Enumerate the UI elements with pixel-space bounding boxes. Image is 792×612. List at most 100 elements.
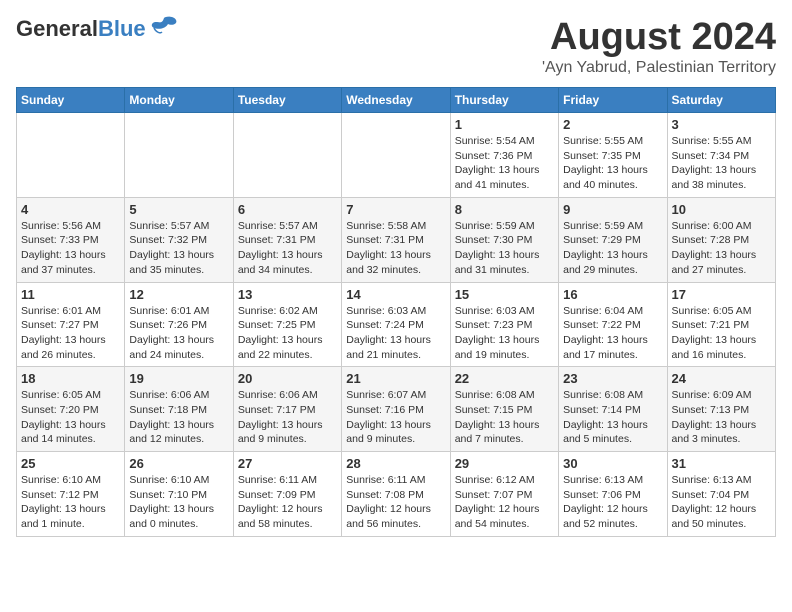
calendar-cell: 23Sunrise: 6:08 AM Sunset: 7:14 PM Dayli…: [559, 367, 667, 452]
calendar-cell: 27Sunrise: 6:11 AM Sunset: 7:09 PM Dayli…: [233, 452, 341, 537]
calendar-cell: [17, 113, 125, 198]
calendar-cell: 24 Sunrise: 6:09 AM Sunset: 7:13 PM Dayli…: [667, 367, 775, 452]
day-info: Sunrise: 6:13 AM Sunset: 7:06 PM Dayligh…: [563, 473, 662, 532]
location-subtitle: 'Ayn Yabrud, Palestinian Territory: [542, 59, 776, 77]
day-info: Sunrise: 6:07 AM Sunset: 7:16 PM Dayligh…: [346, 388, 445, 447]
day-number: 8: [455, 202, 554, 217]
day-number: 30: [563, 456, 662, 471]
day-number: 9: [563, 202, 662, 217]
day-number: 23: [563, 371, 662, 386]
day-info: Sunrise: 5:54 AM Sunset: 7:36 PM Dayligh…: [455, 134, 554, 193]
calendar-cell: 4 Sunrise: 5:56 AM Sunset: 7:33 PM Daylig…: [17, 197, 125, 282]
calendar-cell: 18 Sunrise: 6:05 AM Sunset: 7:20 PM Dayli…: [17, 367, 125, 452]
calendar-cell: [125, 113, 233, 198]
day-number: 4: [21, 202, 120, 217]
day-info: Sunrise: 5:56 AM Sunset: 7:33 PM Dayligh…: [21, 219, 120, 278]
calendar-cell: 8 Sunrise: 5:59 AM Sunset: 7:30 PM Daylig…: [450, 197, 558, 282]
day-info: Sunrise: 5:55 AM Sunset: 7:34 PM Dayligh…: [672, 134, 771, 193]
calendar-cell: 15 Sunrise: 6:03 AM Sunset: 7:23 PM Dayli…: [450, 282, 558, 367]
day-info: Sunrise: 6:12 AM Sunset: 7:07 PM Dayligh…: [455, 473, 554, 532]
day-info: Sunrise: 6:00 AM Sunset: 7:28 PM Dayligh…: [672, 219, 771, 278]
day-number: 5: [129, 202, 228, 217]
day-info: Sunrise: 6:11 AM Sunset: 7:09 PM Dayligh…: [238, 473, 337, 532]
calendar-cell: 2 Sunrise: 5:55 AM Sunset: 7:35 PM Daylig…: [559, 113, 667, 198]
calendar-cell: [342, 113, 450, 198]
calendar-cell: 12 Sunrise: 6:01 AM Sunset: 7:26 PM Dayli…: [125, 282, 233, 367]
day-number: 16: [563, 287, 662, 302]
day-info: Sunrise: 6:06 AM Sunset: 7:17 PM Dayligh…: [238, 388, 337, 447]
day-info: Sunrise: 5:57 AM Sunset: 7:32 PM Dayligh…: [129, 219, 228, 278]
logo: General Blue: [16, 16, 178, 42]
day-info: Sunrise: 6:04 AM Sunset: 7:22 PM Dayligh…: [563, 304, 662, 363]
day-info: Sunrise: 6:05 AM Sunset: 7:21 PM Dayligh…: [672, 304, 771, 363]
calendar-week-row: 4 Sunrise: 5:56 AM Sunset: 7:33 PM Daylig…: [17, 197, 776, 282]
day-info: Sunrise: 5:57 AM Sunset: 7:31 PM Dayligh…: [238, 219, 337, 278]
day-info: Sunrise: 5:58 AM Sunset: 7:31 PM Dayligh…: [346, 219, 445, 278]
weekday-header-row: SundayMondayTuesdayWednesdayThursdayFrid…: [17, 88, 776, 113]
calendar-cell: 5 Sunrise: 5:57 AM Sunset: 7:32 PM Daylig…: [125, 197, 233, 282]
day-number: 24: [672, 371, 771, 386]
day-number: 18: [21, 371, 120, 386]
calendar-cell: 17 Sunrise: 6:05 AM Sunset: 7:21 PM Dayli…: [667, 282, 775, 367]
day-number: 22: [455, 371, 554, 386]
day-number: 19: [129, 371, 228, 386]
calendar-cell: 19Sunrise: 6:06 AM Sunset: 7:18 PM Dayli…: [125, 367, 233, 452]
weekday-header-friday: Friday: [559, 88, 667, 113]
day-info: Sunrise: 6:13 AM Sunset: 7:04 PM Dayligh…: [672, 473, 771, 532]
day-number: 3: [672, 117, 771, 132]
day-info: Sunrise: 5:59 AM Sunset: 7:30 PM Dayligh…: [455, 219, 554, 278]
weekday-header-monday: Monday: [125, 88, 233, 113]
calendar-cell: 1 Sunrise: 5:54 AM Sunset: 7:36 PM Daylig…: [450, 113, 558, 198]
day-info: Sunrise: 6:01 AM Sunset: 7:26 PM Dayligh…: [129, 304, 228, 363]
calendar-cell: 14Sunrise: 6:03 AM Sunset: 7:24 PM Dayli…: [342, 282, 450, 367]
month-year-title: August 2024: [542, 16, 776, 59]
title-block: August 2024 'Ayn Yabrud, Palestinian Ter…: [542, 16, 776, 77]
calendar-week-row: 25Sunrise: 6:10 AM Sunset: 7:12 PM Dayli…: [17, 452, 776, 537]
day-number: 28: [346, 456, 445, 471]
day-info: Sunrise: 6:10 AM Sunset: 7:12 PM Dayligh…: [21, 473, 120, 532]
day-info: Sunrise: 6:05 AM Sunset: 7:20 PM Dayligh…: [21, 388, 120, 447]
calendar-cell: 22Sunrise: 6:08 AM Sunset: 7:15 PM Dayli…: [450, 367, 558, 452]
day-info: Sunrise: 6:02 AM Sunset: 7:25 PM Dayligh…: [238, 304, 337, 363]
calendar-cell: 25Sunrise: 6:10 AM Sunset: 7:12 PM Dayli…: [17, 452, 125, 537]
calendar-cell: 26 Sunrise: 6:10 AM Sunset: 7:10 PM Dayli…: [125, 452, 233, 537]
calendar-week-row: 18 Sunrise: 6:05 AM Sunset: 7:20 PM Dayli…: [17, 367, 776, 452]
day-number: 1: [455, 117, 554, 132]
calendar-cell: 21 Sunrise: 6:07 AM Sunset: 7:16 PM Dayli…: [342, 367, 450, 452]
weekday-header-saturday: Saturday: [667, 88, 775, 113]
weekday-header-sunday: Sunday: [17, 88, 125, 113]
logo-general-text: General: [16, 16, 98, 42]
day-number: 17: [672, 287, 771, 302]
logo-bird-icon: [150, 16, 178, 36]
calendar-cell: 13 Sunrise: 6:02 AM Sunset: 7:25 PM Dayli…: [233, 282, 341, 367]
calendar-table: SundayMondayTuesdayWednesdayThursdayFrid…: [16, 87, 776, 537]
calendar-cell: 3 Sunrise: 5:55 AM Sunset: 7:34 PM Daylig…: [667, 113, 775, 198]
day-number: 13: [238, 287, 337, 302]
calendar-cell: 30 Sunrise: 6:13 AM Sunset: 7:06 PM Dayli…: [559, 452, 667, 537]
day-number: 15: [455, 287, 554, 302]
day-info: Sunrise: 5:55 AM Sunset: 7:35 PM Dayligh…: [563, 134, 662, 193]
calendar-cell: 11 Sunrise: 6:01 AM Sunset: 7:27 PM Dayli…: [17, 282, 125, 367]
day-info: Sunrise: 6:03 AM Sunset: 7:24 PM Dayligh…: [346, 304, 445, 363]
calendar-cell: 16 Sunrise: 6:04 AM Sunset: 7:22 PM Dayli…: [559, 282, 667, 367]
calendar-cell: 20Sunrise: 6:06 AM Sunset: 7:17 PM Dayli…: [233, 367, 341, 452]
day-number: 7: [346, 202, 445, 217]
day-number: 10: [672, 202, 771, 217]
day-info: Sunrise: 6:10 AM Sunset: 7:10 PM Dayligh…: [129, 473, 228, 532]
day-number: 29: [455, 456, 554, 471]
day-number: 26: [129, 456, 228, 471]
calendar-cell: 31Sunrise: 6:13 AM Sunset: 7:04 PM Dayli…: [667, 452, 775, 537]
day-number: 12: [129, 287, 228, 302]
day-number: 6: [238, 202, 337, 217]
day-number: 11: [21, 287, 120, 302]
day-number: 2: [563, 117, 662, 132]
calendar-week-row: 1 Sunrise: 5:54 AM Sunset: 7:36 PM Daylig…: [17, 113, 776, 198]
day-info: Sunrise: 6:03 AM Sunset: 7:23 PM Dayligh…: [455, 304, 554, 363]
day-info: Sunrise: 6:01 AM Sunset: 7:27 PM Dayligh…: [21, 304, 120, 363]
logo-blue-text: Blue: [98, 16, 146, 42]
day-info: Sunrise: 6:09 AM Sunset: 7:13 PM Dayligh…: [672, 388, 771, 447]
day-info: Sunrise: 5:59 AM Sunset: 7:29 PM Dayligh…: [563, 219, 662, 278]
calendar-cell: 28Sunrise: 6:11 AM Sunset: 7:08 PM Dayli…: [342, 452, 450, 537]
calendar-cell: 10 Sunrise: 6:00 AM Sunset: 7:28 PM Dayli…: [667, 197, 775, 282]
day-number: 21: [346, 371, 445, 386]
